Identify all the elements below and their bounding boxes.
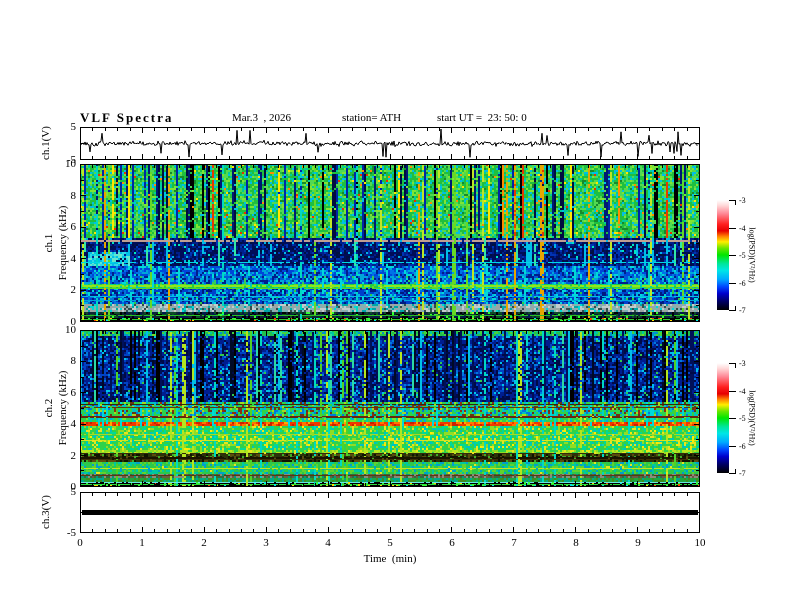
colorbar-tick [729, 390, 736, 392]
ylabel-ch2-frequency: Frequency (kHz) [57, 370, 69, 446]
ch1-spec-ytick: 8 [70, 189, 77, 202]
time-tick-label: 2 [201, 537, 207, 549]
colorbar-ch1 [717, 200, 729, 310]
colorbar-tick [735, 306, 736, 311]
ch3-wave-ytick: 5 [70, 486, 77, 498]
time-tick-label: 6 [449, 537, 455, 549]
colorbar-ch1-label: log(PSD)(V²/Hz) [747, 227, 757, 283]
time-tick-label: 8 [573, 537, 579, 549]
time-tick-label: 9 [635, 537, 641, 549]
colorbar-tick [729, 227, 736, 229]
colorbar-tick-label: -6 [739, 441, 746, 451]
colorbar-tick [729, 445, 736, 447]
colorbar-tick-label: -7 [739, 469, 746, 478]
ch1-waveform-plot [80, 127, 700, 160]
colorbar-tick-label: -5 [739, 251, 746, 260]
ylabel-ch1-frequency: Frequency (kHz) [57, 205, 69, 281]
ylabel-ch3-volts: ch.3(V) [40, 495, 52, 529]
colorbar-tick-label: -4 [739, 386, 746, 396]
ylabel-ch2: ch.2 [43, 398, 55, 418]
header-start-ut: start UT = 23: 50: 0 [437, 112, 527, 124]
colorbar-tick-label: -6 [739, 278, 746, 288]
ch1-wave-ytick: 5 [70, 121, 77, 133]
ch2-spec-ytick: 6 [70, 386, 77, 399]
page-title: VLF Spectra [80, 110, 174, 125]
colorbar-ch2 [717, 363, 729, 473]
colorbar-tick-label: -3 [739, 359, 746, 368]
time-tick-label: 1 [139, 537, 145, 549]
time-tick-label: 0 [77, 537, 83, 549]
ch1-spec-ytick: 4 [70, 252, 77, 265]
ch1-spec-ytick: 10 [65, 158, 76, 170]
ch2-spectrogram-plot [80, 330, 700, 487]
colorbar-tick-label: -5 [739, 414, 746, 423]
vlf-spectra-figure: VLF Spectra Mar.3 , 2026 station= ATH st… [0, 0, 792, 612]
time-tick-label: 4 [325, 537, 331, 549]
ch2-spec-ytick: 10 [65, 324, 76, 336]
ch1-spec-ytick: 2 [70, 284, 77, 297]
time-axis-label: Time (min) [363, 553, 417, 565]
colorbar-tick [735, 363, 736, 368]
time-tick-label: 5 [387, 537, 393, 549]
colorbar-tick-label: -4 [739, 223, 746, 233]
time-tick-label: 10 [694, 537, 706, 549]
colorbar-tick [729, 418, 736, 419]
ch2-spec-ytick: 8 [70, 355, 77, 368]
colorbar-ch2-label: log(PSD)(V²/Hz) [747, 390, 757, 446]
ylabel-ch1: ch.1 [43, 233, 55, 253]
colorbar-tick [729, 255, 736, 256]
colorbar-tick [735, 469, 736, 474]
colorbar-tick [735, 200, 736, 205]
colorbar-tick [729, 282, 736, 284]
ch1-spec-ytick: 6 [70, 221, 77, 234]
header-station: station= ATH [342, 112, 402, 124]
ch2-spec-ytick: 4 [70, 418, 77, 431]
ch2-spec-ytick: 2 [70, 449, 77, 462]
header-date: Mar.3 , 2026 [232, 112, 291, 124]
ch3-waveform-plot [80, 492, 700, 533]
time-tick-label: 3 [263, 537, 269, 549]
ch1-spectrogram-plot [80, 164, 700, 322]
colorbar-tick-label: -7 [739, 306, 746, 315]
time-tick-label: 7 [511, 537, 517, 549]
colorbar-tick-label: -3 [739, 196, 746, 205]
